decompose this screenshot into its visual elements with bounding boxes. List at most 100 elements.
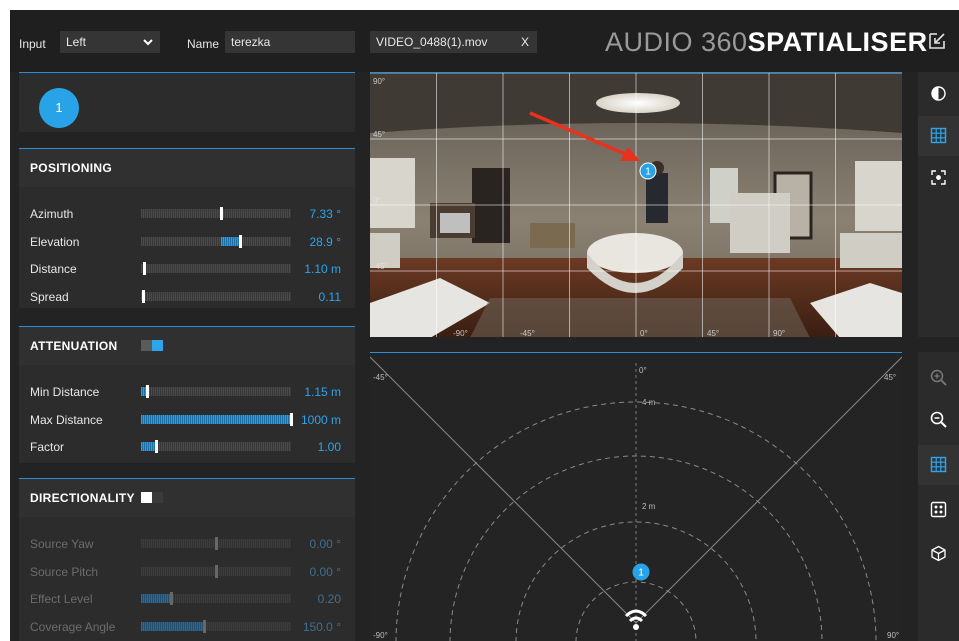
- listener-wifi-icon: [624, 609, 648, 630]
- radar-source-marker[interactable]: 1: [632, 563, 650, 581]
- param-slider[interactable]: [141, 262, 291, 275]
- bottom-label-5: 90°: [773, 329, 785, 337]
- param-value: 0.20: [317, 592, 341, 606]
- directionality-header: DIRECTIONALITY: [19, 479, 355, 517]
- param-slider-thumb: [170, 592, 173, 605]
- param-slider-thumb[interactable]: [155, 440, 158, 453]
- param-label: Azimuth: [30, 207, 74, 221]
- param-slider: [141, 537, 291, 550]
- param-row: Distance 1.10 m: [19, 254, 355, 282]
- contrast-icon: [931, 86, 946, 101]
- param-slider-fill: [141, 442, 156, 451]
- radar-ring-label-4m: 4 m: [642, 398, 656, 407]
- input-select[interactable]: Left: [60, 31, 160, 53]
- param-slider[interactable]: [141, 385, 291, 398]
- name-field[interactable]: terezka: [225, 31, 355, 53]
- attenuation-params: Min Distance 1.15 m Max Distance 1000 m Fact…: [19, 377, 355, 460]
- param-slider[interactable]: [141, 440, 291, 453]
- source-card: 1: [19, 72, 355, 132]
- param-value[interactable]: 1.10 m: [304, 262, 341, 276]
- dots-icon: [930, 501, 947, 518]
- radar-label-left: -45°: [373, 373, 388, 382]
- param-slider-thumb[interactable]: [143, 262, 146, 275]
- param-value: 0.00 °: [309, 564, 342, 579]
- param-row: Max Distance 1000 m: [19, 405, 355, 433]
- param-label: Source Yaw: [30, 537, 94, 551]
- 3d-view-button[interactable]: [918, 534, 959, 574]
- directionality-toggle[interactable]: [141, 492, 163, 503]
- param-slider-thumb[interactable]: [290, 412, 293, 426]
- radar-label-bottom-right: 90°: [887, 631, 899, 640]
- positioning-card: POSITIONING Azimuth 7.33 ° Elevation 28.9 °…: [19, 148, 355, 308]
- bottom-label-1: -90°: [453, 329, 468, 337]
- param-label: Spread: [30, 289, 69, 304]
- param-row: Source Pitch 0.00 °: [19, 557, 355, 585]
- param-slider-fill: [141, 414, 291, 424]
- zoom-out-icon: [930, 411, 947, 428]
- param-slider-fill: [141, 621, 204, 631]
- zoom-out-button[interactable]: [918, 400, 959, 440]
- zoom-in-icon: [930, 369, 947, 386]
- param-row: Effect Level 0.20: [19, 584, 355, 612]
- contrast-button[interactable]: [918, 74, 959, 114]
- radar-grid-button[interactable]: [918, 445, 959, 485]
- focus-icon: [931, 170, 946, 185]
- attenuation-title: ATTENUATION: [30, 339, 118, 353]
- param-value[interactable]: 28.9 °: [310, 235, 342, 249]
- param-slider-thumb[interactable]: [219, 207, 223, 220]
- brand-bold-text: SPATIALISER: [747, 27, 928, 57]
- param-slider-thumb: [215, 537, 218, 550]
- attenuation-toggle[interactable]: [141, 340, 163, 351]
- app-brand: AUDIO 360SPATIALISER: [605, 27, 928, 58]
- spatialiser-window: Input Left Name terezka VIDEO_0488(1).mo…: [10, 10, 959, 641]
- param-slider[interactable]: [141, 207, 291, 220]
- grid-toggle-button[interactable]: [918, 116, 959, 156]
- video-source-marker[interactable]: 1: [639, 162, 657, 180]
- param-label: Factor: [30, 440, 65, 454]
- video-frame: 90° 45° 0° -45° -90° -135° -90° -45° 0° …: [370, 73, 902, 337]
- bottom-label-2: -45°: [520, 329, 535, 337]
- param-label: Effect Level: [30, 592, 93, 606]
- source-badge[interactable]: 1: [39, 88, 79, 128]
- exit-icon[interactable]: [928, 32, 946, 50]
- param-value[interactable]: 1000 m: [301, 413, 341, 427]
- param-value[interactable]: 1.00: [318, 440, 341, 454]
- directionality-params: Source Yaw 0.00 ° Source Pitch 0.00 ° Effect…: [19, 529, 355, 639]
- param-slider[interactable]: [141, 289, 291, 303]
- dots-view-button[interactable]: [918, 490, 959, 530]
- param-slider-thumb[interactable]: [146, 385, 149, 398]
- toggle-on-part: [152, 340, 163, 351]
- video-file-field[interactable]: VIDEO_0488(1).mov X: [370, 31, 537, 53]
- positioning-params: Azimuth 7.33 ° Elevation 28.9 ° Distance 1.10…: [19, 199, 355, 309]
- video-file-name: VIDEO_0488(1).mov: [376, 35, 488, 49]
- radar-label-right: 45°: [884, 373, 896, 382]
- param-label: Coverage Angle: [30, 619, 116, 634]
- grid-label-neg90: -90°: [373, 317, 388, 326]
- close-video-button[interactable]: X: [521, 31, 529, 53]
- param-label: Distance: [30, 262, 77, 276]
- param-slider-fill: [141, 594, 171, 603]
- param-value[interactable]: 0.11: [319, 290, 341, 304]
- param-slider[interactable]: [141, 234, 291, 248]
- zoom-in-button[interactable]: [918, 358, 959, 398]
- view-toolbar-top: [918, 72, 959, 337]
- grid-icon: [930, 127, 947, 144]
- param-row: Azimuth 7.33 °: [19, 199, 355, 227]
- video-360-view[interactable]: 90° 45° 0° -45° -90° -135° -90° -45° 0° …: [370, 72, 902, 337]
- focus-button[interactable]: [918, 158, 959, 198]
- param-slider-thumb[interactable]: [141, 289, 145, 303]
- param-slider-thumb: [215, 564, 218, 578]
- param-value[interactable]: 1.15 m: [304, 385, 341, 399]
- radar-label-bottom-left: -90°: [373, 631, 388, 640]
- attenuation-header: ATTENUATION: [19, 327, 355, 365]
- brand-thin-text: AUDIO 360: [605, 27, 748, 57]
- chevron-down-icon: [143, 39, 153, 46]
- param-slider-thumb[interactable]: [239, 234, 242, 248]
- name-label: Name: [187, 37, 220, 51]
- video-marker-label: 1: [645, 167, 651, 178]
- param-value: 150.0 °: [302, 619, 341, 634]
- param-label: Source Pitch: [30, 564, 99, 579]
- top-down-radar-view[interactable]: 0° -45° 45° -90° 90° 4 m 2 m 1: [370, 352, 902, 641]
- param-slider[interactable]: [141, 412, 293, 426]
- param-value[interactable]: 7.33 °: [310, 207, 342, 221]
